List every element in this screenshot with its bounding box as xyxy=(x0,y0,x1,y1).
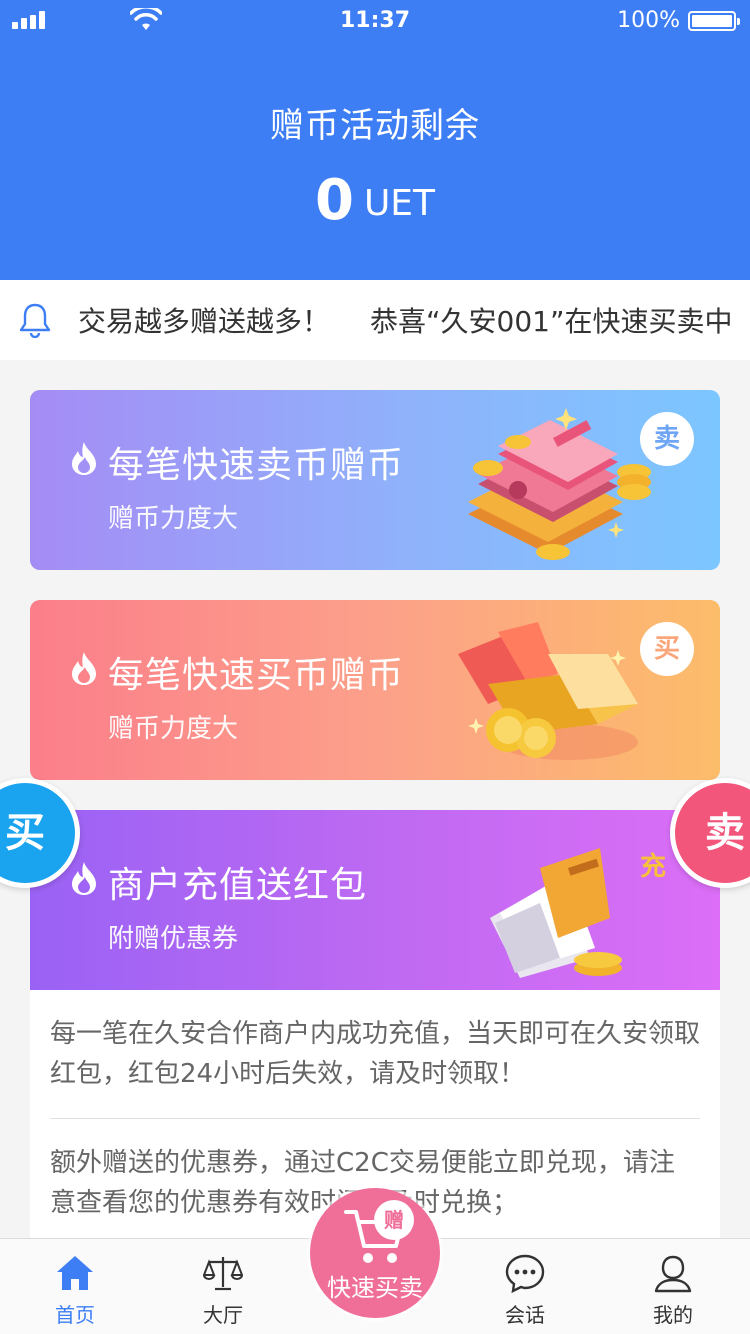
notice-bar[interactable]: 交易越多赠送越多！ 恭喜“久安001”在快速买卖中 xyxy=(0,280,750,360)
header: 11:37 100% 赠币活动剩余 0 UET xyxy=(0,0,750,280)
card-title: 每笔快速买币赠币 xyxy=(108,655,405,696)
home-icon xyxy=(57,1256,93,1290)
status-bar: 11:37 100% xyxy=(0,0,750,40)
buy-badge: 买 xyxy=(640,622,694,676)
card-subtitle: 赠币力度大 xyxy=(108,504,239,534)
tab-label: 会话 xyxy=(505,1303,545,1327)
card-title: 商户充值送红包 xyxy=(108,865,368,906)
remaining-amount: 0 UET xyxy=(0,168,750,233)
tab-label: 我的 xyxy=(653,1303,693,1327)
gift-badge: 赠 xyxy=(374,1200,414,1240)
quick-trade-label: 快速买卖 xyxy=(327,1274,423,1302)
amount-unit: UET xyxy=(363,183,436,224)
tab-mine[interactable]: 我的 xyxy=(618,1239,728,1334)
flame-icon xyxy=(72,862,96,895)
card-title: 每笔快速卖币赠币 xyxy=(108,445,405,486)
flame-icon xyxy=(72,652,96,685)
page-title: 赠币活动剩余 xyxy=(270,106,480,146)
quick-trade-button[interactable]: 赠 快速买卖 xyxy=(310,1188,440,1318)
notice-messages: 交易越多赠送越多！ 恭喜“久安001”在快速买卖中 xyxy=(78,300,732,340)
money-stack-icon xyxy=(468,408,651,560)
chat-icon xyxy=(505,1254,545,1293)
tab-home[interactable]: 首页 xyxy=(20,1239,130,1334)
quick-buy-promo-card[interactable]: 每笔快速买币赠币 赠币力度大 买 xyxy=(30,600,720,780)
notice-message: 交易越多赠送越多！ xyxy=(78,305,331,338)
tab-label: 首页 xyxy=(55,1303,95,1327)
battery-icon xyxy=(688,11,740,31)
sell-badge: 卖 xyxy=(640,412,694,466)
flame-icon xyxy=(72,442,96,475)
card-subtitle: 附赠优惠券 xyxy=(108,924,239,954)
battery-percent: 100% xyxy=(617,8,680,33)
quick-sell-promo-card[interactable]: 每笔快速卖币赠币 赠币力度大 卖 xyxy=(30,390,720,570)
tab-label: 大厅 xyxy=(203,1303,243,1327)
merchant-recharge-card[interactable]: 商户充值送红包 附赠优惠券 充 xyxy=(30,810,720,990)
notice-message: 恭喜“久安001”在快速买卖中 xyxy=(370,305,733,338)
wallet-card-icon xyxy=(490,848,622,978)
gift-box-icon xyxy=(458,622,638,760)
bell-icon xyxy=(19,303,51,338)
scale-icon xyxy=(203,1257,243,1291)
tab-hall[interactable]: 大厅 xyxy=(168,1239,278,1334)
card-subtitle: 赠币力度大 xyxy=(108,714,239,744)
amount-value: 0 xyxy=(314,168,354,233)
detail-item: 每一笔在久安合作商户内成功充值，当天即可在久安领取红包，红包24小时后失效，请及… xyxy=(50,990,700,1119)
tab-chat[interactable]: 会话 xyxy=(470,1239,580,1334)
user-icon xyxy=(654,1255,692,1293)
